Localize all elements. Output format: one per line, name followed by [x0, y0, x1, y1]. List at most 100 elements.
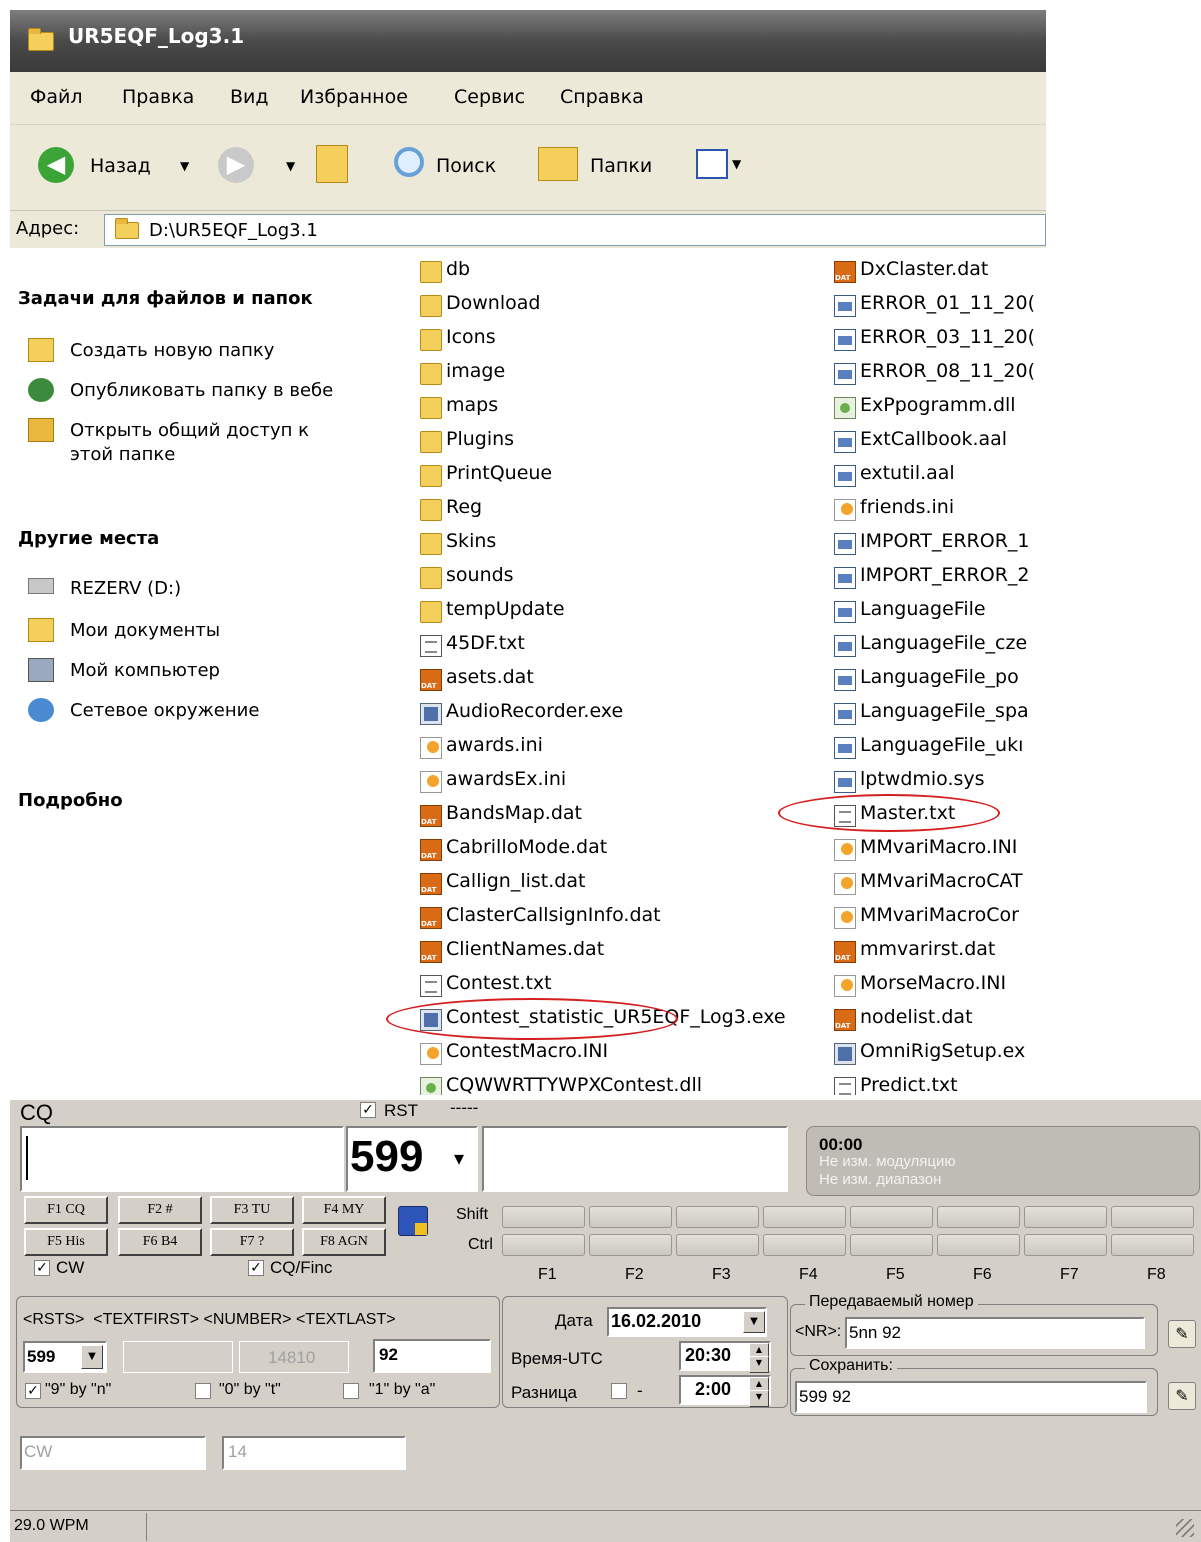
ctrl-f3-button[interactable]: [676, 1234, 759, 1256]
time-spinner[interactable]: ▲ ▼: [749, 1343, 769, 1373]
back-button[interactable]: Назад: [90, 155, 151, 177]
diff-input[interactable]: 2:00 ▲ ▼: [679, 1375, 771, 1407]
info-display: 00:00 Не изм. модуляцию Не изм. диапазон: [806, 1126, 1200, 1196]
rsts-select[interactable]: 599 ▼: [23, 1341, 107, 1373]
f7-question-button[interactable]: F7 ?: [210, 1228, 294, 1256]
views-icon[interactable]: [696, 149, 728, 179]
diff-down-icon[interactable]: ▼: [749, 1390, 769, 1407]
textfirst-input[interactable]: [123, 1341, 233, 1373]
callsign-input[interactable]: [20, 1126, 344, 1192]
search-button[interactable]: Поиск: [436, 155, 496, 177]
file-name: CabrilloMode.dat: [446, 836, 608, 858]
window-title: UR5EQF_Log3.1: [68, 24, 245, 48]
menu-tools[interactable]: Сервис: [454, 86, 525, 108]
views-dropdown-icon[interactable]: ▼: [732, 157, 741, 171]
f6-b4-button[interactable]: F6 B4: [118, 1228, 202, 1256]
f5-his-button[interactable]: F5 His: [24, 1228, 108, 1256]
time-input[interactable]: 20:30 ▲ ▼: [679, 1341, 771, 1373]
place-computer[interactable]: Мой компьютер: [70, 660, 220, 682]
f3-tu-button[interactable]: F3 TU: [210, 1196, 294, 1224]
diff-checkbox[interactable]: [611, 1383, 627, 1399]
resize-grip-icon[interactable]: [1176, 1519, 1194, 1537]
edit-nr-icon[interactable]: ✎: [1168, 1320, 1196, 1348]
ctrl-f4-button[interactable]: [763, 1234, 846, 1256]
number-input[interactable]: 14810: [239, 1341, 349, 1373]
shift-f4-button[interactable]: [763, 1206, 846, 1228]
forward-arrow-icon[interactable]: ▶: [218, 147, 254, 183]
dat-file-icon: [420, 907, 442, 929]
address-field[interactable]: D:\UR5EQF_Log3.1: [104, 214, 1046, 246]
task-share[interactable]: Открыть общий доступ к: [70, 420, 309, 442]
band-field[interactable]: 14: [222, 1436, 406, 1470]
f2-number-button[interactable]: F2 #: [118, 1196, 202, 1224]
rst-input[interactable]: 599 ▾: [346, 1126, 478, 1192]
date-dropdown-icon[interactable]: ▼: [743, 1311, 765, 1333]
place-documents[interactable]: Мои документы: [70, 620, 220, 642]
rsts-dropdown-icon[interactable]: ▼: [81, 1345, 103, 1369]
place-network[interactable]: Сетевое окружение: [70, 700, 259, 722]
menu-file[interactable]: Файл: [30, 86, 83, 108]
file-name: extutil.aal: [860, 462, 955, 484]
shift-f6-button[interactable]: [937, 1206, 1020, 1228]
shift-f3-button[interactable]: [676, 1206, 759, 1228]
menu-edit[interactable]: Правка: [122, 86, 194, 108]
menu-help[interactable]: Справка: [560, 86, 644, 108]
ini-file-icon: [420, 771, 442, 793]
diff-value: 2:00: [695, 1379, 732, 1399]
date-input[interactable]: 16.02.2010 ▼: [607, 1307, 767, 1337]
opt-9n-checkbox[interactable]: ✓: [25, 1383, 41, 1399]
sys-file-icon: [834, 635, 856, 657]
edit-save-icon[interactable]: ✎: [1168, 1382, 1196, 1410]
ctrl-f7-button[interactable]: [1024, 1234, 1107, 1256]
place-drive[interactable]: REZERV (D:): [70, 578, 181, 600]
textlast-input[interactable]: 92: [373, 1339, 491, 1373]
ctrl-f5-button[interactable]: [850, 1234, 933, 1256]
search-icon[interactable]: [394, 147, 424, 177]
task-new-folder[interactable]: Создать новую папку: [70, 340, 274, 362]
time-down-icon[interactable]: ▼: [749, 1356, 769, 1373]
cq-finc-checkbox[interactable]: ✓: [248, 1260, 264, 1276]
rst-dropdown-icon[interactable]: ▾: [454, 1146, 464, 1171]
file-name: MMvariMacroCAT: [860, 870, 1023, 892]
ctrl-f6-button[interactable]: [937, 1234, 1020, 1256]
macro-edit-icon[interactable]: [398, 1206, 428, 1236]
ctrl-f2-button[interactable]: [589, 1234, 672, 1256]
mode-field[interactable]: CW: [20, 1436, 206, 1470]
shift-f5-button[interactable]: [850, 1206, 933, 1228]
ctrl-f8-button[interactable]: [1111, 1234, 1194, 1256]
save-input[interactable]: 599 92: [795, 1381, 1147, 1413]
folder-up-icon[interactable]: [316, 145, 348, 183]
dat-file-icon: [420, 941, 442, 963]
task-publish[interactable]: Опубликовать папку в вебе: [70, 380, 333, 402]
nr-input[interactable]: 5nn 92: [845, 1317, 1145, 1349]
diff-spinner[interactable]: ▲ ▼: [749, 1377, 769, 1407]
folder-file-icon: [420, 601, 442, 623]
file-name: MMvariMacroCor: [860, 904, 1019, 926]
shift-f1-button[interactable]: [502, 1206, 585, 1228]
f8-agn-button[interactable]: F8 AGN: [302, 1228, 386, 1256]
opt-1a-checkbox[interactable]: [343, 1383, 359, 1399]
name-input[interactable]: [482, 1126, 788, 1192]
ctrl-f1-button[interactable]: [502, 1234, 585, 1256]
file-name: nodelist.dat: [860, 1006, 973, 1028]
forward-dropdown-icon[interactable]: ▼: [286, 159, 295, 173]
folders-icon[interactable]: [538, 147, 578, 181]
back-arrow-icon[interactable]: ◀: [38, 147, 74, 183]
opt-0t-checkbox[interactable]: [195, 1383, 211, 1399]
title-bar[interactable]: UR5EQF_Log3.1: [10, 10, 1046, 72]
rst-checkbox[interactable]: ✓: [360, 1102, 376, 1118]
shift-f2-button[interactable]: [589, 1206, 672, 1228]
shift-f7-button[interactable]: [1024, 1206, 1107, 1228]
rst-dashes: -----: [450, 1100, 479, 1117]
shift-f8-button[interactable]: [1111, 1206, 1194, 1228]
folders-button[interactable]: Папки: [590, 155, 652, 177]
tags-group: <RSTS> <TEXTFIRST> <NUMBER> <TEXTLAST> 5…: [16, 1296, 500, 1408]
task-share-cont[interactable]: этой папке: [70, 444, 175, 466]
cw-checkbox[interactable]: ✓: [34, 1260, 50, 1276]
f1-cq-button[interactable]: F1 CQ: [24, 1196, 108, 1224]
datetime-group: Дата 16.02.2010 ▼ Время-UTC 20:30 ▲ ▼ Ра…: [502, 1296, 788, 1408]
menu-view[interactable]: Вид: [230, 86, 269, 108]
menu-favorites[interactable]: Избранное: [300, 86, 408, 108]
f4-my-button[interactable]: F4 MY: [302, 1196, 386, 1224]
back-dropdown-icon[interactable]: ▼: [180, 159, 189, 173]
